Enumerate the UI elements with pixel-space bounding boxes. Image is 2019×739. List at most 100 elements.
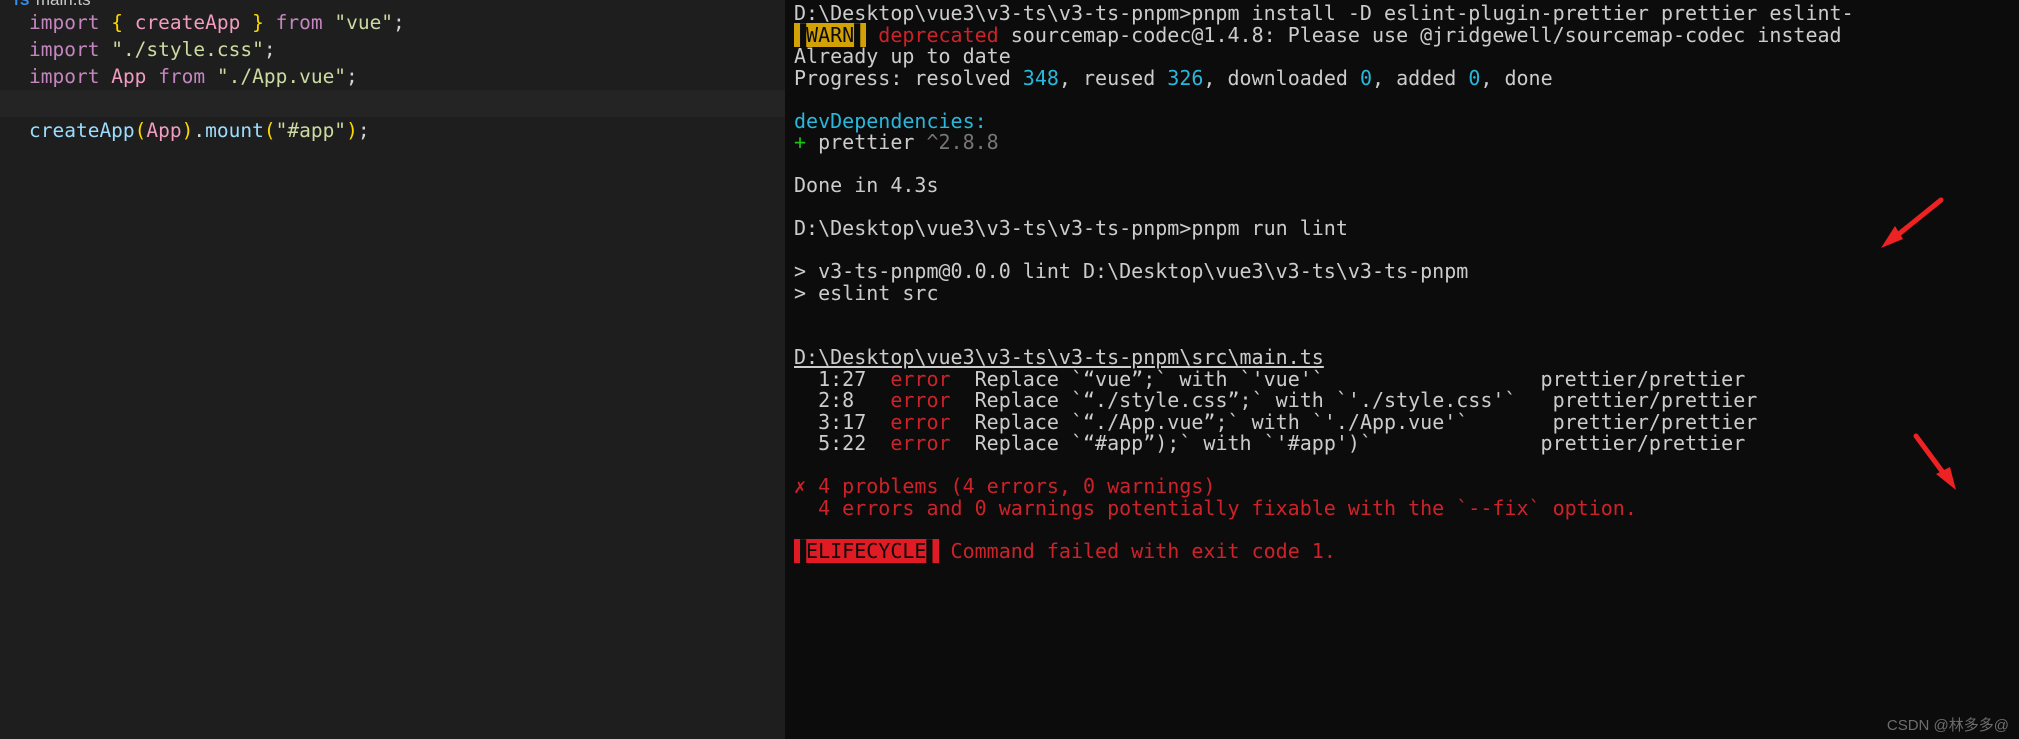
terminal-line: > eslint src [794, 280, 2019, 305]
code-line: import "./style.css"; [29, 36, 785, 63]
code-token: ) [181, 119, 194, 142]
terminal-text: Command failed with exit code 1. [938, 538, 1336, 563]
csdn-watermark: CSDN @林多多@ [1886, 717, 2009, 734]
code-token: ; [346, 65, 358, 88]
terminal-text: , added [1372, 65, 1469, 90]
typescript-file-icon: TS [12, 0, 29, 8]
terminal-text: D:\Desktop\vue3\v3-ts\v3-ts-pnpm>pnpm ru… [794, 216, 1348, 240]
code-token: ( [134, 119, 147, 142]
terminal-line: ▐ELIFECYCLE▌ Command failed with exit co… [794, 538, 2019, 563]
terminal-text: , done [1480, 65, 1553, 90]
code-token: "./style.css" [111, 38, 264, 61]
code-token: App [111, 65, 147, 88]
terminal-output[interactable]: D:\Desktop\vue3\v3-ts\v3-ts-pnpm>pnpm in… [794, 1, 2019, 739]
code-token: "#app" [275, 119, 347, 142]
terminal-badge: ▐WARN▌ [794, 22, 867, 47]
terminal-text: Replace `“./App.vue”;` with `'./App.vue'… [950, 409, 1758, 434]
terminal-badge: ▐ELIFECYCLE▌ [794, 538, 939, 563]
terminal-text: 3:17 [794, 409, 891, 434]
code-token: from [158, 65, 206, 88]
terminal-line: 5:22 error Replace `“#app”);` with `'#ap… [794, 431, 2019, 455]
code-token: ; [357, 119, 370, 142]
terminal-text: 348 [1022, 65, 1059, 90]
terminal-text: 0 [1468, 65, 1481, 90]
terminal-text: error [890, 366, 951, 391]
code-token: ) [346, 119, 358, 142]
terminal-text: 1:27 [794, 366, 891, 391]
code-token: import [29, 38, 100, 61]
terminal-text: Done in 4.3s [794, 173, 939, 197]
code-line [0, 90, 785, 117]
terminal-text: Already up to date [794, 44, 1011, 68]
terminal-text: Replace `“./style.css”;` with `'./style.… [950, 388, 1758, 412]
terminal-text: + [794, 130, 807, 154]
terminal-text: error [890, 388, 951, 412]
code-token: ( [263, 119, 276, 142]
terminal-line: ✗ 4 problems (4 errors, 0 warnings) [794, 474, 2019, 498]
terminal-text: 326 [1167, 65, 1204, 90]
terminal-line: Done in 4.3s [794, 173, 2019, 197]
terminal-line: 3:17 error Replace `“./App.vue”;` with `… [794, 409, 2019, 434]
terminal-line: Already up to date [794, 44, 2019, 68]
terminal-line: D:\Desktop\vue3\v3-ts\v3-ts-pnpm>pnpm in… [794, 1, 2019, 25]
code-line: createApp(App).mount("#app"); [29, 117, 785, 144]
terminal-text: 5:22 [794, 431, 891, 455]
terminal-text: 0 [1359, 65, 1372, 90]
terminal-text: , downloaded [1203, 65, 1360, 90]
integrated-terminal-pane[interactable]: D:\Desktop\vue3\v3-ts\v3-ts-pnpm>pnpm in… [785, 0, 2019, 739]
terminal-text: devDependencies: [794, 108, 987, 133]
terminal-text: D:\Desktop\vue3\v3-ts\v3-ts-pnpm\src\mai… [794, 345, 1324, 369]
code-line: import App from "./App.vue"; [29, 63, 785, 90]
code-content[interactable]: import { createApp } from "vue"; import "… [0, 9, 785, 144]
terminal-line: + prettier ^2.8.8 [794, 130, 2019, 154]
terminal-line: devDependencies: [794, 108, 2019, 133]
code-token: "./App.vue" [216, 65, 347, 88]
terminal-text: > eslint src [794, 280, 939, 305]
terminal-text: Replace `“#app”);` with `'#app')` pretti… [950, 431, 1746, 455]
terminal-text: 2:8 [794, 388, 891, 412]
terminal-line: Progress: resolved 348, reused 326, down… [794, 65, 2019, 90]
terminal-text: > v3-ts-pnpm@0.0.0 lint D:\Desktop\vue3\… [794, 259, 1469, 283]
terminal-text: Progress: resolved [794, 65, 1023, 90]
terminal-text: error [890, 431, 951, 455]
code-token: { [111, 11, 123, 34]
code-token: ; [393, 11, 405, 34]
terminal-line: 4 errors and 0 warnings potentially fixa… [794, 495, 2019, 520]
terminal-text: ✗ 4 problems (4 errors, 0 warnings) [794, 474, 1216, 498]
terminal-text: error [890, 409, 951, 434]
terminal-line: D:\Desktop\vue3\v3-ts\v3-ts-pnpm>pnpm ru… [794, 216, 2019, 240]
code-token: App [146, 119, 182, 142]
code-token: } [252, 11, 264, 34]
terminal-text: deprecated [878, 22, 999, 47]
terminal-line: D:\Desktop\vue3\v3-ts\v3-ts-pnpm\src\mai… [794, 345, 2019, 369]
code-editor-pane: TS main.ts import { createApp } from "vu… [0, 0, 785, 739]
terminal-text: , reused [1058, 65, 1168, 90]
code-token: import [29, 65, 100, 88]
terminal-text: D:\Desktop\vue3\v3-ts\v3-ts-pnpm>pnpm in… [794, 1, 1854, 25]
terminal-text: prettier [806, 130, 927, 154]
terminal-text: 4 errors and 0 warnings potentially fixa… [794, 495, 1637, 520]
terminal-text: ^2.8.8 [926, 130, 999, 154]
code-token: import [29, 11, 100, 34]
terminal-text: sourcemap-codec@1.4.8: Please use @jridg… [998, 22, 1842, 47]
code-token: ; [263, 38, 276, 61]
code-token: mount [205, 119, 264, 142]
code-line: import { createApp } from "vue"; [29, 9, 785, 36]
code-token: createApp [134, 11, 241, 34]
code-token: from [275, 11, 323, 34]
